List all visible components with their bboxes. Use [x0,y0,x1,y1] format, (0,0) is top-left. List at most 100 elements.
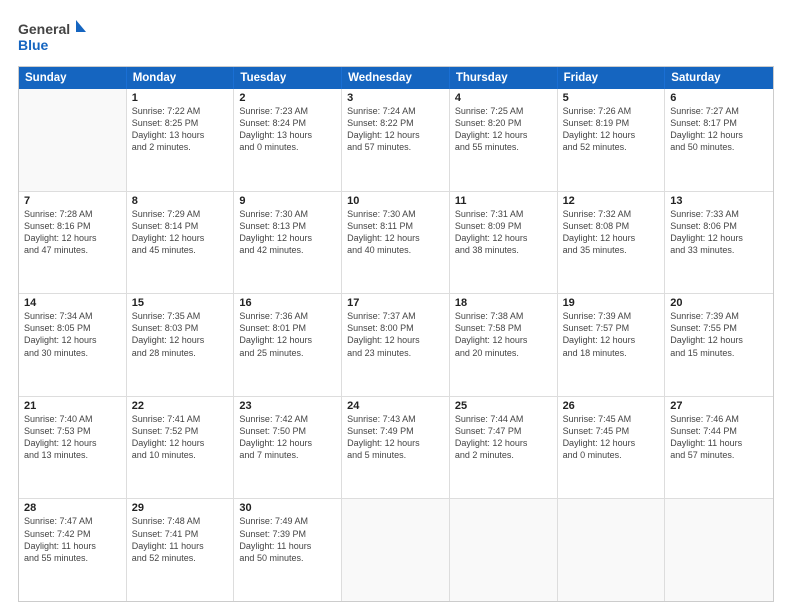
table-row: 28Sunrise: 7:47 AMSunset: 7:42 PMDayligh… [19,499,127,601]
day-number: 17 [347,297,444,309]
daylight-hours: Sunrise: 7:34 AMSunset: 8:05 PMDaylight:… [24,310,121,359]
daylight-hours: Sunrise: 7:30 AMSunset: 8:13 PMDaylight:… [239,208,336,257]
day-number: 1 [132,92,229,104]
daylight-hours: Sunrise: 7:37 AMSunset: 8:00 PMDaylight:… [347,310,444,359]
daylight-hours: Sunrise: 7:27 AMSunset: 8:17 PMDaylight:… [670,105,768,154]
header-day-friday: Friday [558,67,666,89]
table-row: 3Sunrise: 7:24 AMSunset: 8:22 PMDaylight… [342,89,450,191]
daylight-hours: Sunrise: 7:29 AMSunset: 8:14 PMDaylight:… [132,208,229,257]
daylight-hours: Sunrise: 7:43 AMSunset: 7:49 PMDaylight:… [347,413,444,462]
day-number: 26 [563,400,660,412]
daylight-hours: Sunrise: 7:48 AMSunset: 7:41 PMDaylight:… [132,515,229,564]
calendar-week-3: 14Sunrise: 7:34 AMSunset: 8:05 PMDayligh… [19,294,773,397]
table-row: 27Sunrise: 7:46 AMSunset: 7:44 PMDayligh… [665,397,773,499]
day-number: 16 [239,297,336,309]
header-day-sunday: Sunday [19,67,127,89]
day-number: 23 [239,400,336,412]
table-row: 15Sunrise: 7:35 AMSunset: 8:03 PMDayligh… [127,294,235,396]
daylight-hours: Sunrise: 7:23 AMSunset: 8:24 PMDaylight:… [239,105,336,154]
day-number: 19 [563,297,660,309]
table-row: 2Sunrise: 7:23 AMSunset: 8:24 PMDaylight… [234,89,342,191]
daylight-hours: Sunrise: 7:32 AMSunset: 8:08 PMDaylight:… [563,208,660,257]
daylight-hours: Sunrise: 7:44 AMSunset: 7:47 PMDaylight:… [455,413,552,462]
day-number: 25 [455,400,552,412]
svg-text:General: General [18,21,70,37]
day-number: 20 [670,297,768,309]
header-day-saturday: Saturday [665,67,773,89]
table-row [665,499,773,601]
day-number: 9 [239,195,336,207]
day-number: 3 [347,92,444,104]
daylight-hours: Sunrise: 7:42 AMSunset: 7:50 PMDaylight:… [239,413,336,462]
daylight-hours: Sunrise: 7:35 AMSunset: 8:03 PMDaylight:… [132,310,229,359]
table-row: 7Sunrise: 7:28 AMSunset: 8:16 PMDaylight… [19,192,127,294]
table-row: 23Sunrise: 7:42 AMSunset: 7:50 PMDayligh… [234,397,342,499]
day-number: 13 [670,195,768,207]
daylight-hours: Sunrise: 7:41 AMSunset: 7:52 PMDaylight:… [132,413,229,462]
day-number: 6 [670,92,768,104]
daylight-hours: Sunrise: 7:22 AMSunset: 8:25 PMDaylight:… [132,105,229,154]
daylight-hours: Sunrise: 7:33 AMSunset: 8:06 PMDaylight:… [670,208,768,257]
daylight-hours: Sunrise: 7:38 AMSunset: 7:58 PMDaylight:… [455,310,552,359]
table-row [450,499,558,601]
daylight-hours: Sunrise: 7:36 AMSunset: 8:01 PMDaylight:… [239,310,336,359]
table-row: 1Sunrise: 7:22 AMSunset: 8:25 PMDaylight… [127,89,235,191]
table-row: 11Sunrise: 7:31 AMSunset: 8:09 PMDayligh… [450,192,558,294]
day-number: 7 [24,195,121,207]
day-number: 22 [132,400,229,412]
calendar-header: SundayMondayTuesdayWednesdayThursdayFrid… [19,67,773,89]
day-number: 28 [24,502,121,514]
calendar-week-5: 28Sunrise: 7:47 AMSunset: 7:42 PMDayligh… [19,499,773,601]
table-row [558,499,666,601]
logo-svg: General Blue [18,18,88,58]
day-number: 21 [24,400,121,412]
daylight-hours: Sunrise: 7:40 AMSunset: 7:53 PMDaylight:… [24,413,121,462]
table-row: 18Sunrise: 7:38 AMSunset: 7:58 PMDayligh… [450,294,558,396]
table-row: 16Sunrise: 7:36 AMSunset: 8:01 PMDayligh… [234,294,342,396]
calendar-body: 1Sunrise: 7:22 AMSunset: 8:25 PMDaylight… [19,89,773,601]
table-row: 4Sunrise: 7:25 AMSunset: 8:20 PMDaylight… [450,89,558,191]
table-row [342,499,450,601]
calendar-week-4: 21Sunrise: 7:40 AMSunset: 7:53 PMDayligh… [19,397,773,500]
day-number: 8 [132,195,229,207]
table-row [19,89,127,191]
daylight-hours: Sunrise: 7:25 AMSunset: 8:20 PMDaylight:… [455,105,552,154]
header-day-monday: Monday [127,67,235,89]
table-row: 19Sunrise: 7:39 AMSunset: 7:57 PMDayligh… [558,294,666,396]
day-number: 29 [132,502,229,514]
daylight-hours: Sunrise: 7:46 AMSunset: 7:44 PMDaylight:… [670,413,768,462]
table-row: 29Sunrise: 7:48 AMSunset: 7:41 PMDayligh… [127,499,235,601]
daylight-hours: Sunrise: 7:28 AMSunset: 8:16 PMDaylight:… [24,208,121,257]
daylight-hours: Sunrise: 7:39 AMSunset: 7:57 PMDaylight:… [563,310,660,359]
calendar: SundayMondayTuesdayWednesdayThursdayFrid… [18,66,774,602]
table-row: 30Sunrise: 7:49 AMSunset: 7:39 PMDayligh… [234,499,342,601]
day-number: 11 [455,195,552,207]
svg-text:Blue: Blue [18,37,49,53]
daylight-hours: Sunrise: 7:39 AMSunset: 7:55 PMDaylight:… [670,310,768,359]
day-number: 12 [563,195,660,207]
table-row: 20Sunrise: 7:39 AMSunset: 7:55 PMDayligh… [665,294,773,396]
table-row: 13Sunrise: 7:33 AMSunset: 8:06 PMDayligh… [665,192,773,294]
table-row: 5Sunrise: 7:26 AMSunset: 8:19 PMDaylight… [558,89,666,191]
table-row: 26Sunrise: 7:45 AMSunset: 7:45 PMDayligh… [558,397,666,499]
day-number: 2 [239,92,336,104]
daylight-hours: Sunrise: 7:24 AMSunset: 8:22 PMDaylight:… [347,105,444,154]
day-number: 14 [24,297,121,309]
calendar-week-1: 1Sunrise: 7:22 AMSunset: 8:25 PMDaylight… [19,89,773,192]
header-day-thursday: Thursday [450,67,558,89]
table-row: 24Sunrise: 7:43 AMSunset: 7:49 PMDayligh… [342,397,450,499]
day-number: 18 [455,297,552,309]
table-row: 10Sunrise: 7:30 AMSunset: 8:11 PMDayligh… [342,192,450,294]
logo: General Blue [18,18,88,58]
day-number: 30 [239,502,336,514]
day-number: 5 [563,92,660,104]
daylight-hours: Sunrise: 7:26 AMSunset: 8:19 PMDaylight:… [563,105,660,154]
day-number: 27 [670,400,768,412]
table-row: 17Sunrise: 7:37 AMSunset: 8:00 PMDayligh… [342,294,450,396]
daylight-hours: Sunrise: 7:31 AMSunset: 8:09 PMDaylight:… [455,208,552,257]
day-number: 10 [347,195,444,207]
table-row: 9Sunrise: 7:30 AMSunset: 8:13 PMDaylight… [234,192,342,294]
daylight-hours: Sunrise: 7:30 AMSunset: 8:11 PMDaylight:… [347,208,444,257]
daylight-hours: Sunrise: 7:49 AMSunset: 7:39 PMDaylight:… [239,515,336,564]
table-row: 12Sunrise: 7:32 AMSunset: 8:08 PMDayligh… [558,192,666,294]
